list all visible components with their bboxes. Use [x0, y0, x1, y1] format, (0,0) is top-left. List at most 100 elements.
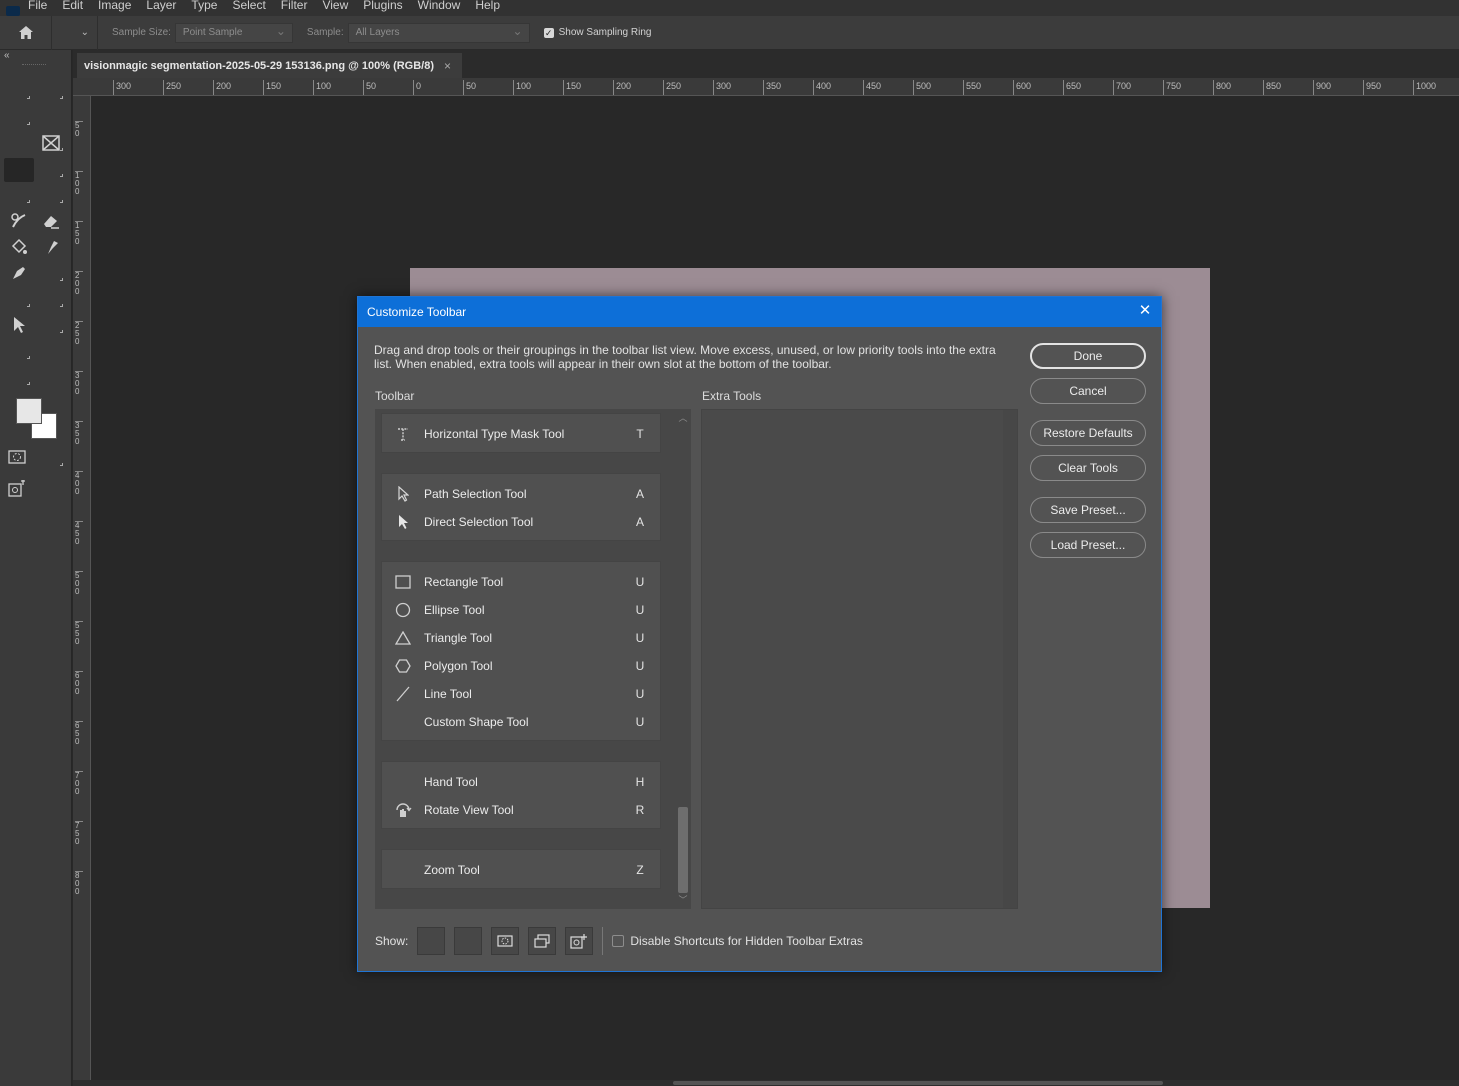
quick-mask-icon: [497, 935, 513, 947]
save-preset-button[interactable]: Save Preset...: [1030, 497, 1146, 523]
tool-row-hand[interactable]: Hand Tool H: [382, 768, 660, 796]
cancel-button[interactable]: Cancel: [1030, 378, 1146, 404]
ruler-label: 150: [75, 221, 83, 246]
tool-shortcut: T: [636, 427, 644, 441]
tool-group[interactable]: Path Selection Tool A Direct Selection T…: [381, 473, 661, 541]
document-tab[interactable]: visionmagic segmentation-2025-05-29 1531…: [77, 53, 462, 78]
tool-name: Rotate View Tool: [424, 803, 514, 817]
tool-group[interactable]: Horizontal Type Mask Tool T: [381, 413, 661, 453]
tool-row-rotate-view[interactable]: Rotate View Tool R: [382, 796, 660, 824]
show-generative-toggle[interactable]: [565, 927, 594, 955]
restore-defaults-button[interactable]: Restore Defaults: [1030, 420, 1146, 446]
close-tab-icon[interactable]: ×: [444, 59, 451, 73]
tool-row-ellipse[interactable]: Ellipse Tool U: [382, 596, 660, 624]
tool-shortcut: U: [635, 659, 645, 673]
menu-window[interactable]: Window: [418, 0, 461, 12]
polygon-icon: [382, 658, 424, 674]
menu-select[interactable]: Select: [232, 0, 265, 12]
ruler-label: 650: [75, 721, 83, 746]
document-tabs: visionmagic segmentation-2025-05-29 1531…: [73, 50, 1459, 78]
done-button[interactable]: Done: [1030, 343, 1146, 369]
tool-row-line[interactable]: Line Tool U: [382, 680, 660, 708]
ruler-label: 250: [663, 80, 681, 95]
tool-group[interactable]: Hand Tool H Rotate View Tool R: [381, 761, 661, 829]
tool-row-direct-selection[interactable]: Direct Selection Tool A: [382, 508, 660, 536]
quick-mask-icon[interactable]: [6, 446, 28, 468]
tool-row-zoom[interactable]: Zoom Tool Z: [382, 856, 660, 884]
disable-shortcuts-label: Disable Shortcuts for Hidden Toolbar Ext…: [630, 934, 863, 948]
screen-mode-icon: [534, 934, 550, 948]
show-screen-mode-toggle[interactable]: [528, 927, 557, 955]
tool-group-indicator: [27, 122, 30, 125]
panel-grip[interactable]: [22, 64, 46, 67]
healing-brush-icon[interactable]: [8, 210, 30, 232]
tool-shortcut: U: [635, 631, 645, 645]
tool-group-indicator: [60, 330, 63, 333]
clear-tools-button[interactable]: Clear Tools: [1030, 455, 1146, 481]
tool-group[interactable]: Rectangle Tool U Ellipse Tool U Triangle…: [381, 561, 661, 741]
menu-edit[interactable]: Edit: [62, 0, 83, 12]
show-color-toggle[interactable]: [491, 927, 520, 955]
tool-preset-picker[interactable]: ⌄: [52, 15, 98, 50]
ruler-label: 0: [413, 80, 421, 95]
scroll-thumb[interactable]: [678, 807, 688, 893]
collapse-panel-icon[interactable]: «: [4, 50, 10, 61]
pen-icon[interactable]: [8, 262, 30, 284]
show-extra-tools-toggle[interactable]: [417, 927, 446, 955]
horizontal-scrollbar[interactable]: [73, 1080, 1459, 1086]
show-edit-toolbar-toggle[interactable]: [454, 927, 483, 955]
tool-row-horizontal-type-mask[interactable]: Horizontal Type Mask Tool T: [382, 420, 660, 448]
load-preset-button[interactable]: Load Preset...: [1030, 532, 1146, 558]
show-sampling-ring-checkbox[interactable]: ✓: [543, 27, 554, 38]
menu-view[interactable]: View: [322, 0, 348, 12]
toolbar-list-scrollbar[interactable]: ︿ ﹀: [676, 409, 690, 909]
home-button[interactable]: [0, 15, 52, 50]
frame-tool-icon[interactable]: [40, 132, 62, 154]
eraser-icon[interactable]: [40, 210, 62, 232]
tool-group-indicator: [27, 382, 30, 385]
dialog-title-bar[interactable]: Customize Toolbar ✕: [358, 297, 1161, 327]
tool-group[interactable]: Zoom Tool Z: [381, 849, 661, 889]
path-selection-icon[interactable]: [8, 314, 30, 336]
tool-name: Path Selection Tool: [424, 487, 527, 501]
sample-size-select[interactable]: Point Sample: [174, 22, 293, 43]
menu-file[interactable]: File: [28, 0, 47, 12]
menu-layer[interactable]: Layer: [146, 0, 176, 12]
tool-row-triangle[interactable]: Triangle Tool U: [382, 624, 660, 652]
tool-name: Direct Selection Tool: [424, 515, 534, 529]
foreground-color-swatch[interactable]: [16, 398, 42, 424]
menu-type[interactable]: Type: [191, 0, 217, 12]
menu-plugins[interactable]: Plugins: [363, 0, 402, 12]
toolbar-list[interactable]: Horizontal Type Mask Tool T Path Selecti…: [375, 409, 691, 909]
sample-label: Sample:: [306, 27, 344, 38]
sample-select[interactable]: All Layers: [347, 22, 530, 43]
eyedropper-tool-active[interactable]: [4, 158, 34, 182]
scroll-down-icon[interactable]: ﹀: [676, 893, 690, 906]
ruler-label: 200: [213, 80, 231, 95]
type-mask-icon: [382, 426, 424, 442]
vertical-ruler[interactable]: 50 100 150 200 250 300 350 400 450 500 550 600 650 70…: [73, 96, 91, 1086]
menu-help[interactable]: Help: [475, 0, 500, 12]
menu-image[interactable]: Image: [98, 0, 131, 12]
tool-row-path-selection[interactable]: Path Selection Tool A: [382, 480, 660, 508]
paint-bucket-icon[interactable]: [8, 236, 30, 258]
menu-filter[interactable]: Filter: [281, 0, 308, 12]
screen-mode-icon[interactable]: [6, 478, 28, 500]
extra-tools-scrollbar[interactable]: [1003, 410, 1017, 908]
smudge-icon[interactable]: [40, 236, 62, 258]
app-logo[interactable]: [6, 6, 20, 16]
tool-shortcut: U: [635, 687, 645, 701]
disable-shortcuts-checkbox[interactable]: [612, 935, 625, 947]
scroll-up-icon[interactable]: ︿: [676, 411, 690, 424]
ruler-label: 600: [1013, 80, 1031, 95]
horizontal-ruler[interactable]: 300 250 200 150 100 50 0 50 100 150 200 250 300 350 40…: [73, 78, 1459, 96]
extra-tools-list[interactable]: [701, 409, 1018, 909]
ruler-label: 450: [863, 80, 881, 95]
tool-row-custom-shape[interactable]: Custom Shape Tool U: [382, 708, 660, 736]
tool-row-polygon[interactable]: Polygon Tool U: [382, 652, 660, 680]
tool-row-rectangle[interactable]: Rectangle Tool U: [382, 568, 660, 596]
ruler-label: 350: [75, 421, 83, 446]
close-icon[interactable]: ✕: [1137, 303, 1153, 319]
tool-shortcut: R: [635, 803, 645, 817]
scroll-thumb[interactable]: [673, 1081, 1163, 1085]
